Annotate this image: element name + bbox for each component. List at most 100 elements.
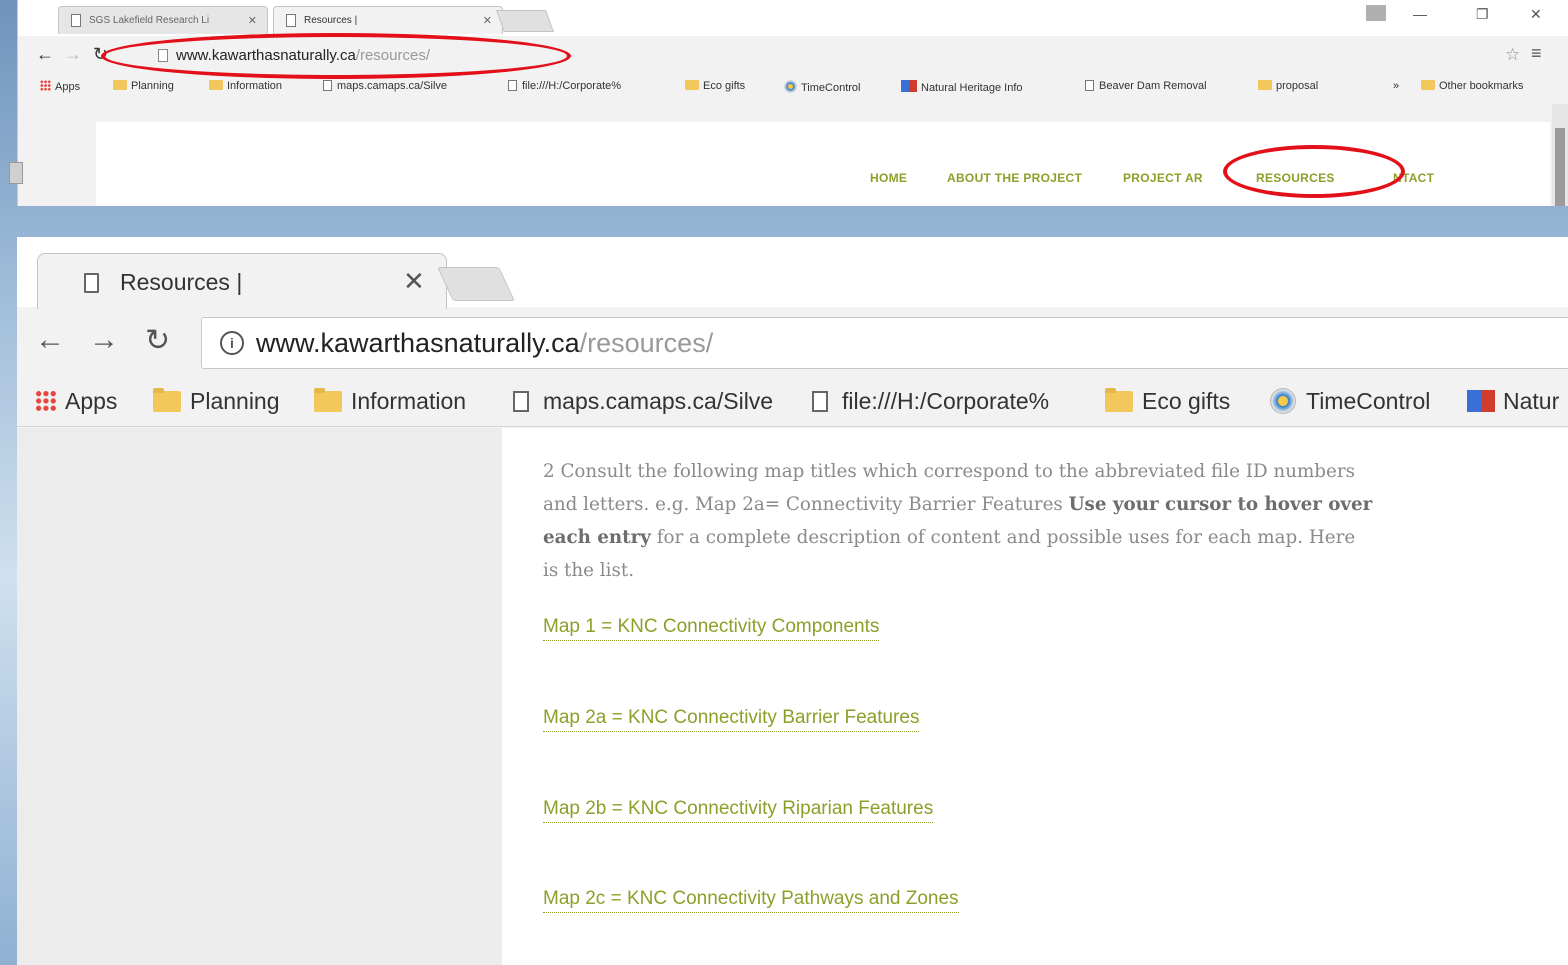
bottom-bookmarks-bar: Apps Planning Information maps.camaps.ca… [17, 377, 1568, 427]
bookmark-label: Eco gifts [1142, 388, 1231, 414]
close-icon[interactable]: ✕ [483, 14, 492, 27]
top-bookmarks-bar: Apps Planning Information maps.camaps.ca… [18, 76, 1568, 100]
back-icon[interactable]: ← [36, 44, 54, 65]
bookmarks-overflow-chevron-icon[interactable]: » [1393, 80, 1399, 92]
bookmark-information[interactable]: Information [314, 388, 466, 415]
bookmark-proposal[interactable]: proposal [1258, 80, 1318, 92]
bookmark-label: Natur [1503, 388, 1560, 414]
folder-icon [314, 388, 342, 412]
bookmark-label: TimeControl [1306, 388, 1431, 414]
page-icon [812, 391, 828, 412]
window-close-icon[interactable]: ✕ [1530, 6, 1542, 23]
bookmark-label: Other bookmarks [1439, 80, 1524, 92]
bookmark-timecontrol[interactable]: TimeControl [784, 80, 861, 94]
info-icon[interactable]: i [220, 331, 244, 355]
bookmark-planning[interactable]: Planning [113, 80, 174, 92]
bookmark-apps[interactable]: Apps [40, 80, 80, 93]
folder-icon [113, 80, 127, 90]
bookmark-label: proposal [1276, 80, 1319, 92]
map-1-link[interactable]: Map 1 = KNC Connectivity Components [543, 616, 880, 641]
tab-sgs-lakefield[interactable]: SGS Lakefield Research Li ✕ [58, 6, 268, 34]
side-gadget-icon [9, 162, 23, 184]
bookmark-other-bookmarks[interactable]: Other bookmarks [1421, 80, 1523, 92]
bookmark-maps-camaps[interactable]: maps.camaps.ca/Silve [323, 80, 447, 92]
close-icon[interactable]: ✕ [248, 14, 257, 27]
page-icon [71, 14, 81, 27]
bookmark-label: Eco gifts [703, 80, 746, 92]
bookmark-label: Information [227, 80, 283, 92]
page-sidebar [17, 428, 502, 965]
bookmark-natural-heritage[interactable]: Natural Heritage Info [901, 80, 1023, 94]
tab-label: Resources | [304, 15, 358, 26]
address-bar[interactable]: i www.kawarthasnaturally.ca/resources/ [201, 317, 1568, 369]
page-icon [286, 14, 296, 27]
page-icon [323, 80, 332, 91]
page-content: 2 Consult the following map titles which… [502, 428, 1568, 965]
bookmark-label: Beaver Dam Removal [1099, 80, 1207, 92]
bookmark-planning[interactable]: Planning [153, 388, 280, 415]
top-tab-strip: SGS Lakefield Research Li ✕ Resources | … [18, 0, 1568, 36]
page-icon [84, 273, 99, 293]
bookmark-label: Apps [55, 81, 81, 93]
folder-icon [685, 80, 699, 90]
map-2a-link[interactable]: Map 2a = KNC Connectivity Barrier Featur… [543, 707, 920, 732]
forward-icon[interactable]: → [89, 323, 119, 357]
bookmark-natural-heritage[interactable]: Natur [1467, 388, 1559, 415]
instructions-text: for a complete description of content an… [543, 527, 1356, 581]
folder-icon [209, 80, 223, 90]
site-nav-about[interactable]: ABOUT THE PROJECT [947, 171, 1082, 185]
minimize-icon[interactable]: — [1413, 6, 1427, 22]
natural-heritage-icon [901, 80, 917, 92]
address-domain: www.kawarthasnaturally.ca [256, 328, 580, 358]
new-tab-button[interactable] [495, 10, 555, 32]
folder-icon [153, 388, 181, 412]
bookmark-label: maps.camaps.ca/Silve [337, 80, 448, 92]
bookmark-label: Apps [65, 388, 118, 414]
apps-icon [40, 80, 51, 91]
back-icon[interactable]: ← [35, 323, 65, 357]
user-profile-icon[interactable] [1366, 5, 1386, 21]
menu-icon[interactable]: ≡ [1531, 43, 1542, 64]
bookmark-label: Natural Heritage Info [921, 82, 1023, 94]
annotation-oval-resources [1223, 145, 1405, 198]
bookmark-star-icon[interactable]: ☆ [1505, 45, 1520, 65]
bookmark-apps[interactable]: Apps [35, 388, 117, 415]
scrollbar[interactable] [1552, 104, 1568, 206]
site-nav-project-area[interactable]: PROJECT AR [1123, 171, 1203, 185]
bookmark-file-corporate[interactable]: file:///H:/Corporate% [508, 80, 621, 92]
tab-resources[interactable]: Resources | ✕ [273, 6, 503, 34]
bookmark-label: Planning [190, 388, 280, 414]
address-path: /resources/ [579, 328, 714, 358]
apps-icon [35, 390, 57, 412]
bookmark-label: Information [351, 388, 467, 414]
map-2c-link[interactable]: Map 2c = KNC Connectivity Pathways and Z… [543, 888, 959, 913]
bookmark-label: Planning [131, 80, 174, 92]
bookmark-label: TimeControl [801, 82, 861, 94]
scrollbar-thumb[interactable] [1555, 128, 1565, 206]
restore-icon[interactable]: ❐ [1476, 6, 1489, 23]
bookmark-eco-gifts[interactable]: Eco gifts [1105, 388, 1230, 415]
bookmark-eco-gifts[interactable]: Eco gifts [685, 80, 745, 92]
bookmark-maps-camaps[interactable]: maps.camaps.ca/Silve [513, 388, 773, 415]
forward-icon[interactable]: → [64, 44, 82, 65]
bottom-browser-window: Resources | ✕ ← → ↻ i www.kawarthasnatur… [17, 237, 1568, 965]
bottom-toolbar: ← → ↻ i www.kawarthasnaturally.ca/resour… [17, 309, 1568, 377]
site-nav-home[interactable]: HOME [870, 171, 907, 185]
timecontrol-icon [784, 80, 797, 93]
top-browser-window: SGS Lakefield Research Li ✕ Resources | … [17, 0, 1568, 206]
bookmark-timecontrol[interactable]: TimeControl [1270, 388, 1430, 415]
bookmark-label: file:///H:/Corporate% [522, 80, 622, 92]
page-icon [1085, 80, 1094, 91]
annotation-oval-url [101, 33, 571, 79]
bottom-tab-strip: Resources | ✕ [17, 237, 1568, 309]
close-icon[interactable]: ✕ [403, 266, 425, 297]
new-tab-button[interactable] [437, 267, 515, 301]
folder-icon [1421, 80, 1435, 90]
reload-icon[interactable]: ↻ [145, 323, 170, 358]
folder-icon [1105, 388, 1133, 412]
bookmark-beaver-dam[interactable]: Beaver Dam Removal [1085, 80, 1207, 92]
bookmark-information[interactable]: Information [209, 80, 282, 92]
bookmark-file-corporate[interactable]: file:///H:/Corporate% [812, 388, 1049, 415]
tab-resources[interactable]: Resources | ✕ [37, 253, 447, 309]
map-2b-link[interactable]: Map 2b = KNC Connectivity Riparian Featu… [543, 798, 934, 823]
